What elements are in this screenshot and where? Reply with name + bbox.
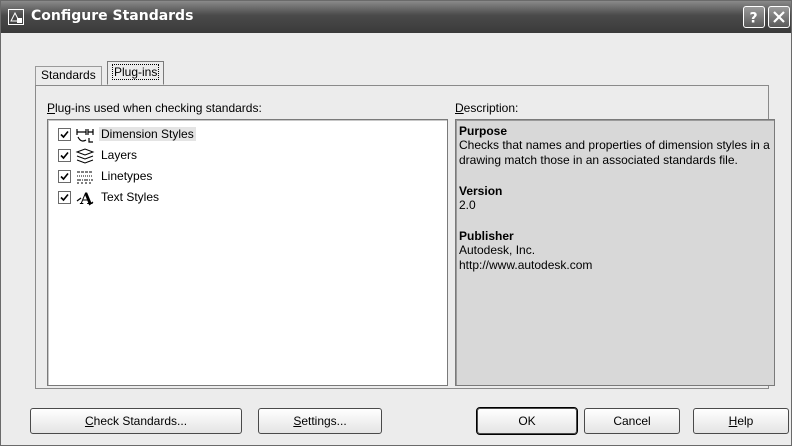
list-item-label: Linetypes [101, 169, 153, 183]
configure-standards-icon [8, 9, 24, 25]
description-box: Purpose Checks that names and properties… [455, 119, 775, 386]
dimension-styles-icon [76, 129, 94, 143]
purpose-heading: Purpose [459, 124, 508, 138]
text-styles-icon: A [76, 189, 94, 207]
checkmark-icon [60, 193, 69, 202]
window-title: Configure Standards [31, 8, 194, 24]
close-title-button[interactable] [768, 6, 790, 28]
publisher-name: Autodesk, Inc. [459, 243, 536, 257]
plugins-list-label: Plug-ins used when checking standards: [47, 101, 262, 115]
purpose-text: Checks that names and properties of dime… [459, 138, 770, 167]
help-button[interactable]: Help [693, 408, 789, 434]
layers-icon [75, 148, 95, 164]
help-title-button[interactable]: ? [743, 6, 765, 28]
layers-checkbox[interactable] [58, 149, 71, 162]
list-item-label: Layers [101, 148, 138, 162]
title-bar[interactable]: Configure Standards ? [1, 1, 791, 33]
description-label: Description: [455, 101, 519, 115]
tab-plugins[interactable]: Plug-ins [107, 61, 165, 85]
checkmark-icon [60, 151, 69, 160]
close-icon [773, 11, 785, 23]
linetypes-checkbox[interactable] [58, 170, 71, 183]
linetypes-icon [77, 171, 93, 184]
publisher-heading: Publisher [459, 229, 514, 243]
checkmark-icon [60, 172, 69, 181]
version-heading: Version [459, 184, 503, 198]
svg-text:?: ? [750, 11, 758, 26]
tab-plugins-label: Plug-ins [111, 64, 160, 80]
list-item-label: Dimension Styles [99, 127, 196, 141]
settings-button[interactable]: Settings... [258, 408, 382, 434]
ok-button[interactable]: OK [476, 407, 578, 435]
dimension-styles-checkbox[interactable] [58, 128, 71, 141]
configure-standards-dialog: Configure Standards ? Standards Plug-ins… [0, 0, 792, 446]
list-item-label: Text Styles [101, 190, 160, 204]
tab-standards-label: Standards [41, 68, 96, 82]
checkmark-icon [60, 130, 69, 139]
tab-standards[interactable]: Standards [35, 66, 102, 85]
check-standards-button[interactable]: Check Standards... [30, 408, 242, 434]
version-text: 2.0 [459, 198, 476, 212]
text-styles-checkbox[interactable] [58, 191, 71, 204]
cancel-button[interactable]: Cancel [584, 408, 680, 434]
question-mark-icon: ? [750, 11, 758, 26]
publisher-url: http://www.autodesk.com [459, 258, 593, 272]
plugins-list[interactable]: Dimension Styles Layers Linetypes A Text… [47, 119, 448, 386]
